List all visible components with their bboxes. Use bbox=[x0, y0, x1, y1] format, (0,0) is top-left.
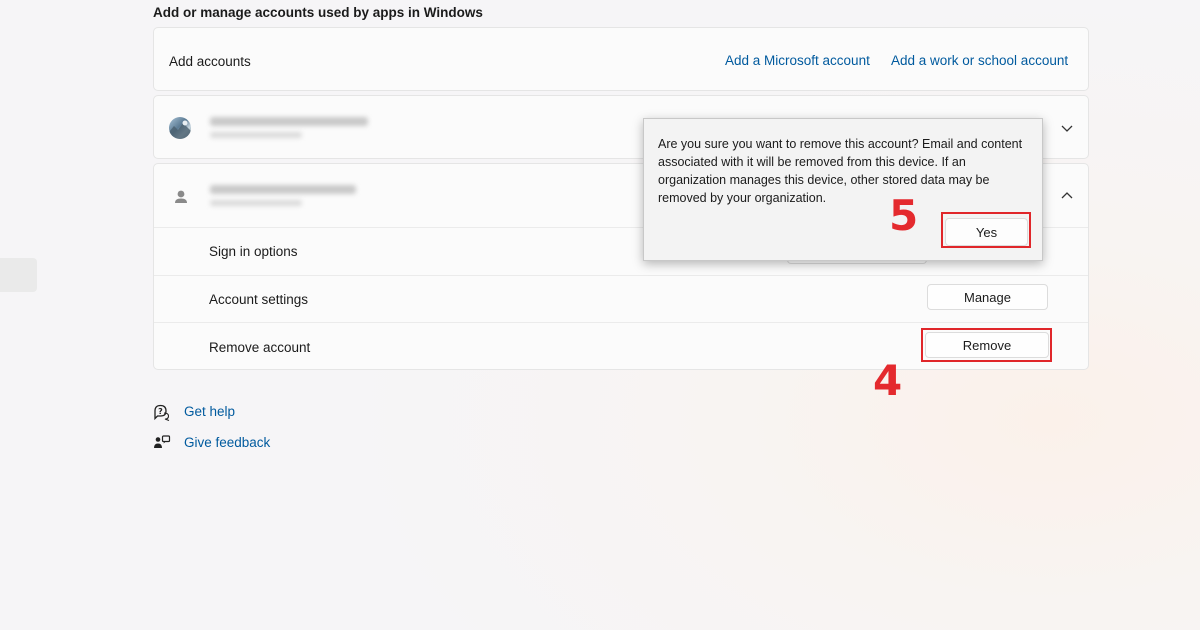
account-type-redacted bbox=[210, 200, 302, 206]
get-help-link[interactable]: ? Get help bbox=[153, 402, 273, 422]
account-email-redacted bbox=[210, 185, 356, 194]
sign-in-options-label: Sign in options bbox=[209, 244, 298, 259]
add-microsoft-account-link[interactable]: Add a Microsoft account bbox=[725, 53, 870, 68]
remove-button-highlight bbox=[921, 328, 1052, 362]
manage-button[interactable]: Manage bbox=[927, 284, 1048, 310]
section-title: Add or manage accounts used by apps in W… bbox=[153, 5, 483, 20]
account-email-redacted bbox=[210, 117, 368, 126]
feedback-icon bbox=[154, 435, 171, 448]
add-work-school-account-link[interactable]: Add a work or school account bbox=[891, 53, 1068, 68]
sidebar-selected-item[interactable] bbox=[0, 258, 37, 292]
divider bbox=[154, 275, 1088, 276]
get-help-text: Get help bbox=[184, 404, 236, 419]
add-accounts-card: Add accounts Add a Microsoft account Add… bbox=[153, 27, 1089, 91]
divider bbox=[154, 322, 1088, 323]
dialog-message: Are you sure you want to remove this acc… bbox=[658, 137, 1023, 205]
account-type-redacted bbox=[210, 132, 302, 138]
account-avatar-photo bbox=[169, 117, 191, 139]
give-feedback-link[interactable]: Give feedback bbox=[153, 433, 293, 453]
chevron-down-icon[interactable] bbox=[1059, 120, 1075, 136]
add-accounts-label: Add accounts bbox=[169, 54, 251, 69]
yes-button-highlight bbox=[941, 212, 1031, 248]
svg-text:?: ? bbox=[158, 407, 163, 416]
give-feedback-text: Give feedback bbox=[184, 435, 271, 450]
step-number-5: 5 bbox=[889, 191, 919, 240]
step-number-4: 4 bbox=[873, 356, 903, 405]
account-settings-label: Account settings bbox=[209, 292, 309, 307]
person-icon bbox=[175, 190, 187, 203]
chevron-up-icon[interactable] bbox=[1059, 188, 1075, 204]
remove-account-label: Remove account bbox=[209, 340, 311, 355]
help-chat-icon: ? bbox=[154, 404, 170, 421]
